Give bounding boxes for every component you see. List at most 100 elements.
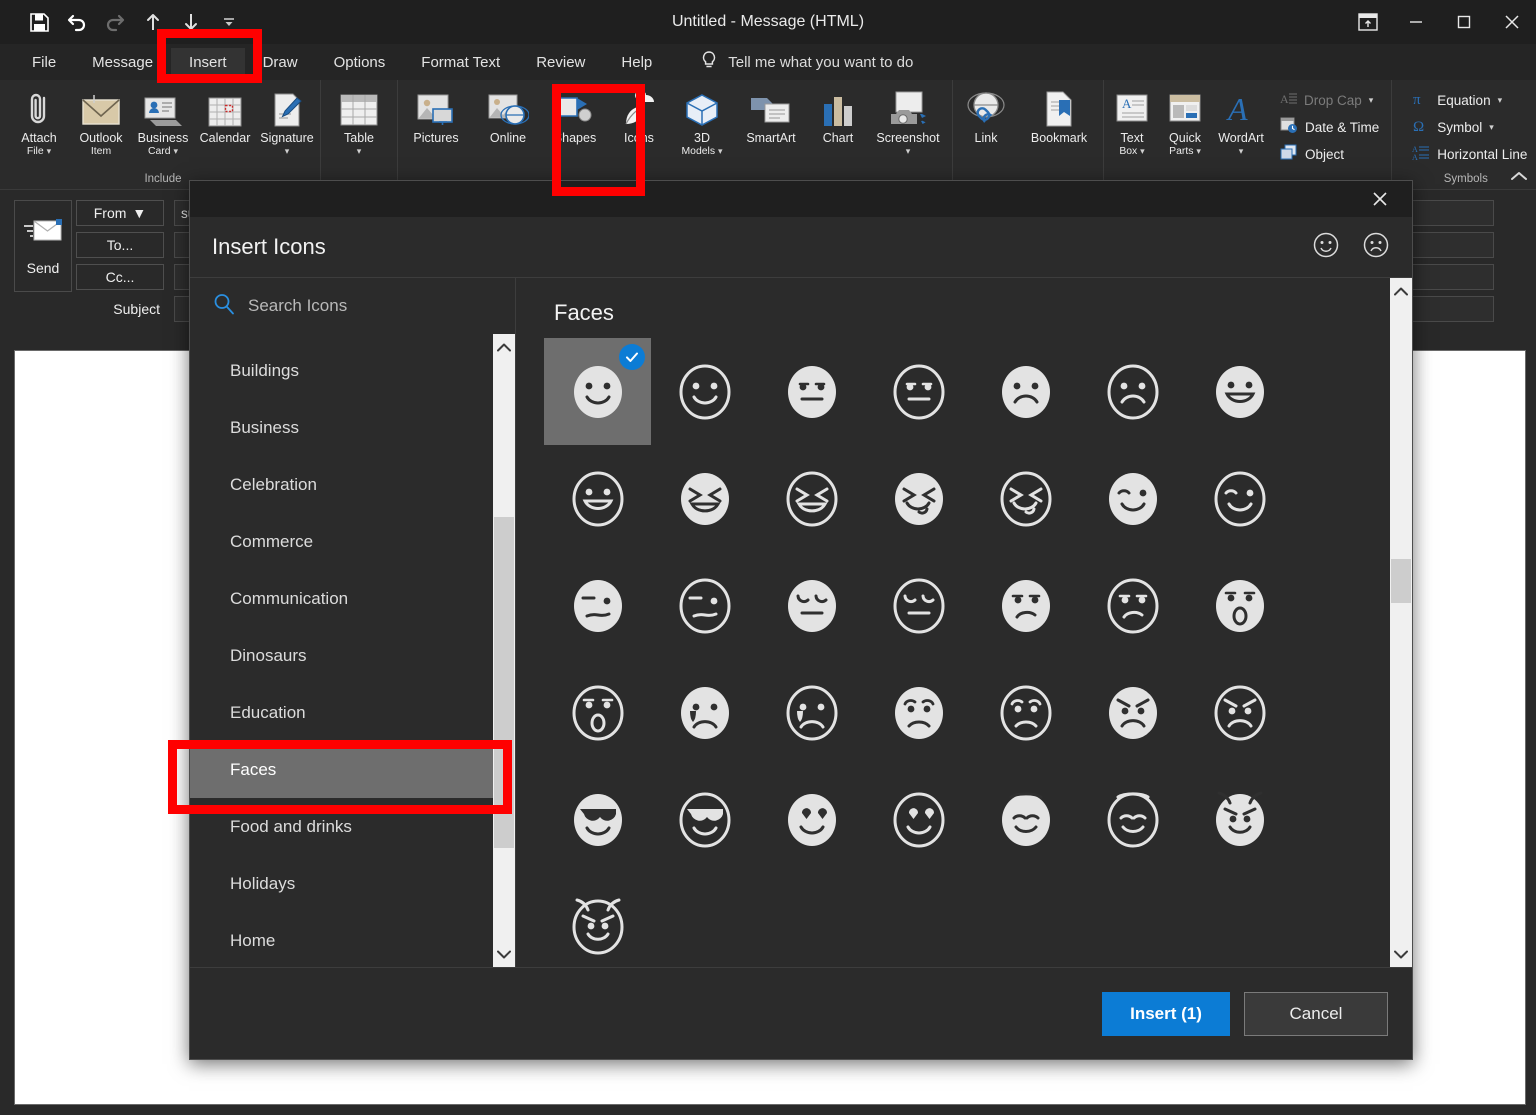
tab-format-text[interactable]: Format Text <box>403 48 518 77</box>
chevron-down-icon[interactable]: ▾ <box>1489 123 1494 132</box>
worried-face-outline-icon[interactable] <box>972 659 1079 766</box>
crying-face-filled-icon[interactable] <box>651 659 758 766</box>
sunglasses-face-outline-icon[interactable] <box>651 766 758 873</box>
chevron-down-icon[interactable]: ▾ <box>357 146 362 156</box>
smiling-face-outline-icon[interactable] <box>651 338 758 445</box>
angel-face-filled-icon[interactable] <box>972 766 1079 873</box>
smiling-face-filled-icon[interactable] <box>544 338 651 445</box>
chart-button[interactable]: Chart <box>810 84 866 145</box>
sunglasses-face-filled-icon[interactable] <box>544 766 651 873</box>
horizontal-line-command[interactable]: AA Horizontal Line <box>1408 142 1531 166</box>
unamused-face-outline-icon[interactable] <box>651 552 758 659</box>
category-dinosaurs[interactable]: Dinosaurs <box>190 627 493 684</box>
bookmark-button[interactable]: Bookmark <box>1017 84 1101 145</box>
outlook-item-button[interactable]: OutlookItem <box>70 84 132 159</box>
feedback-frown-icon[interactable] <box>1362 231 1390 264</box>
category-scroll-track[interactable] <box>493 360 515 941</box>
attach-file-button[interactable]: AttachFile ▾ <box>8 84 70 159</box>
angry-face-outline-icon[interactable] <box>1186 659 1293 766</box>
worried-face-filled-icon[interactable] <box>865 659 972 766</box>
icon-grid-scrollbar[interactable] <box>1390 278 1412 967</box>
collapse-ribbon-icon[interactable] <box>1510 169 1528 185</box>
category-business[interactable]: Business <box>190 399 493 456</box>
chevron-down-icon[interactable]: ▾ <box>285 146 290 156</box>
business-card-button[interactable]: BusinessCard ▾ <box>132 84 194 159</box>
chevron-down-icon[interactable]: ▾ <box>1239 146 1244 156</box>
chevron-down-icon[interactable]: ▾ <box>1498 96 1503 105</box>
category-scroll-thumb[interactable] <box>494 517 514 848</box>
crying-face-outline-icon[interactable] <box>758 659 865 766</box>
devil-face-outline-icon[interactable] <box>544 873 651 967</box>
tab-options[interactable]: Options <box>316 48 404 77</box>
category-commerce[interactable]: Commerce <box>190 513 493 570</box>
cancel-button[interactable]: Cancel <box>1244 992 1388 1036</box>
category-holidays[interactable]: Holidays <box>190 855 493 912</box>
category-scrollbar[interactable] <box>493 334 515 967</box>
pictures-button[interactable]: Pictures <box>400 84 472 145</box>
date-time-command[interactable]: Date & Time <box>1276 115 1383 139</box>
winking-face-outline-icon[interactable] <box>1186 445 1293 552</box>
category-faces[interactable]: Faces <box>190 741 493 798</box>
ribbon-display-options-icon[interactable] <box>1344 0 1392 44</box>
neutral-face-filled-icon[interactable] <box>758 338 865 445</box>
category-education[interactable]: Education <box>190 684 493 741</box>
category-buildings[interactable]: Buildings <box>190 342 493 399</box>
undo-icon[interactable] <box>58 7 96 37</box>
category-celebration[interactable]: Celebration <box>190 456 493 513</box>
search-icons-row[interactable]: Search Icons <box>190 278 515 334</box>
tab-review[interactable]: Review <box>518 48 603 77</box>
scroll-up-icon[interactable] <box>497 334 511 360</box>
angel-face-outline-icon[interactable] <box>1079 766 1186 873</box>
surprised-face-outline-icon[interactable] <box>544 659 651 766</box>
symbol-command[interactable]: Ω Symbol ▾ <box>1408 115 1531 139</box>
chevron-down-icon[interactable]: ▾ <box>1140 146 1145 156</box>
icon-scroll-track[interactable] <box>1390 304 1412 941</box>
neutral-face-outline-icon[interactable] <box>865 338 972 445</box>
laughing-face-outline-icon[interactable] <box>758 445 865 552</box>
to-button[interactable]: To... <box>76 232 164 258</box>
save-icon[interactable] <box>20 7 58 37</box>
dialog-close-icon[interactable] <box>1358 181 1402 217</box>
chevron-down-icon[interactable]: ▾ <box>1196 146 1201 156</box>
tab-file[interactable]: File <box>14 48 74 77</box>
cc-button[interactable]: Cc... <box>76 264 164 290</box>
scroll-up-icon[interactable] <box>1394 278 1408 304</box>
category-food-and-drinks[interactable]: Food and drinks <box>190 798 493 855</box>
from-button[interactable]: From ▼ <box>76 200 164 226</box>
chevron-down-icon[interactable]: ▾ <box>173 146 178 156</box>
quick-parts-button[interactable]: QuickParts ▾ <box>1158 84 1212 159</box>
rolling-eyes-face-filled-icon[interactable] <box>758 552 865 659</box>
tab-draw[interactable]: Draw <box>245 48 316 77</box>
customize-qat-icon[interactable] <box>210 7 248 37</box>
chevron-down-icon[interactable]: ▾ <box>47 146 52 156</box>
3d-models-button[interactable]: 3DModels ▾ <box>672 84 732 159</box>
smartart-button[interactable]: SmartArt <box>732 84 810 145</box>
category-communication[interactable]: Communication <box>190 570 493 627</box>
laughing-face-filled-icon[interactable] <box>651 445 758 552</box>
devil-face-filled-icon[interactable] <box>1186 766 1293 873</box>
grinning-face-outline-icon[interactable] <box>544 445 651 552</box>
winking-face-filled-icon[interactable] <box>1079 445 1186 552</box>
insert-button[interactable]: Insert (1) <box>1102 992 1230 1036</box>
icon-scroll-thumb[interactable] <box>1391 559 1411 604</box>
rolling-eyes-face-outline-icon[interactable] <box>865 552 972 659</box>
shapes-button[interactable]: Shapes <box>544 84 606 145</box>
online-pictures-button[interactable]: Online <box>472 84 544 145</box>
surprised-face-filled-icon[interactable] <box>1186 552 1293 659</box>
tell-me-search[interactable]: Tell me what you want to do <box>700 50 913 74</box>
tab-help[interactable]: Help <box>603 48 670 77</box>
object-command[interactable]: Object <box>1276 142 1383 166</box>
chevron-down-icon[interactable]: ▾ <box>718 146 723 156</box>
tab-insert[interactable]: Insert <box>171 48 245 77</box>
wordart-button[interactable]: A WordArt▾ <box>1212 84 1270 159</box>
tongue-out-face-outline-icon[interactable] <box>972 445 1079 552</box>
category-home[interactable]: Home <box>190 912 493 967</box>
scroll-down-icon[interactable] <box>1394 941 1408 967</box>
signature-button[interactable]: Signature▾ <box>256 84 318 159</box>
link-button[interactable]: Link <box>955 84 1017 145</box>
concerned-face-outline-icon[interactable] <box>1079 552 1186 659</box>
unamused-face-filled-icon[interactable] <box>544 552 651 659</box>
chevron-down-icon[interactable]: ▾ <box>906 146 911 156</box>
close-icon[interactable] <box>1488 0 1536 44</box>
icons-button[interactable]: Icons <box>606 84 672 145</box>
